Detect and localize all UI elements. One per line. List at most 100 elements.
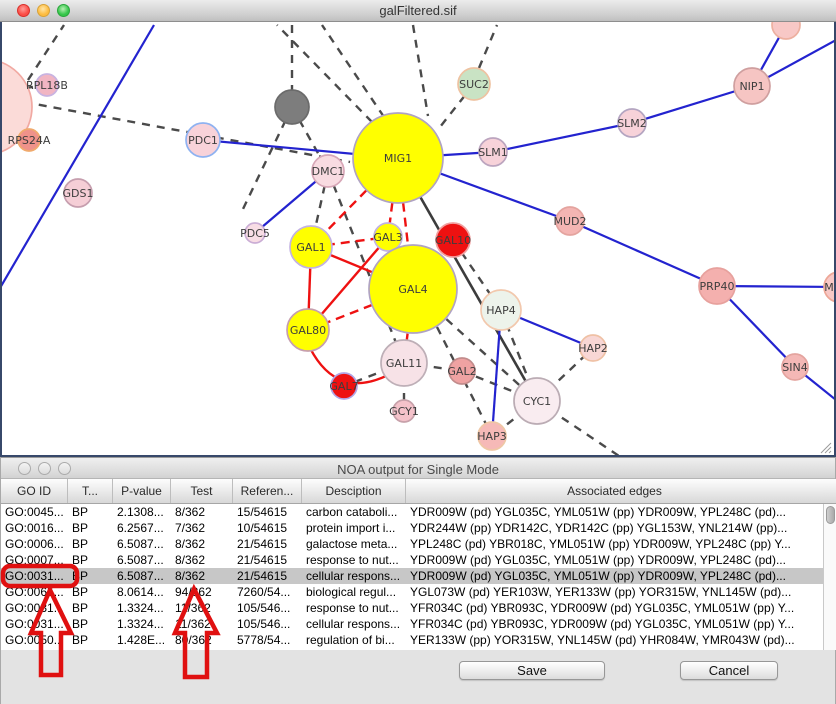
node-prp40[interactable]: PRP40 <box>699 268 735 304</box>
network-edge[interactable] <box>413 25 428 116</box>
network-edge[interactable] <box>2 25 154 288</box>
node-gal11[interactable]: GAL11 <box>381 340 427 386</box>
table-row[interactable]: GO:0031...BP1.3324...11/362105/546...cel… <box>1 616 823 632</box>
table-cell: GO:0006... <box>1 536 68 552</box>
node-pdc1[interactable]: PDC1 <box>186 123 220 157</box>
network-edge[interactable] <box>570 221 717 286</box>
node-msl1[interactable]: MSL1 <box>824 272 834 302</box>
svg-text:SLM2: SLM2 <box>617 117 647 130</box>
svg-text:NIP1: NIP1 <box>739 80 764 93</box>
table-cell: 7/362 <box>171 520 233 536</box>
table-cell: GO:0065... <box>1 584 68 600</box>
network-edge[interactable] <box>322 25 384 117</box>
node-nip1[interactable]: NIP1 <box>734 68 770 104</box>
table-cell: GO:0016... <box>1 520 68 536</box>
table-cell: BP <box>68 568 113 584</box>
svg-text:GAL1: GAL1 <box>296 241 325 254</box>
resize-grip-icon[interactable] <box>819 441 832 454</box>
node-gal4[interactable]: GAL4 <box>369 245 457 333</box>
table-cell: 21/54615 <box>233 552 302 568</box>
node-suc2[interactable]: SUC2 <box>458 68 490 100</box>
node-gal2[interactable]: GAL2 <box>447 358 476 384</box>
table-cell: YDR244W (pp) YDR142C, YDR142C (pp) YGL15… <box>406 520 823 536</box>
table-row[interactable]: GO:0031...BP6.5087...8/36221/54615cellul… <box>1 568 823 584</box>
column-header[interactable]: Referen... <box>233 479 302 503</box>
svg-text:HAP4: HAP4 <box>486 304 515 317</box>
node-hap2[interactable]: HAP2 <box>578 335 607 361</box>
svg-text:GAL2: GAL2 <box>447 365 476 378</box>
node-hap3[interactable]: HAP3 <box>477 422 506 450</box>
table-row[interactable]: GO:0050...BP1.428E...80/3625778/54...reg… <box>1 632 823 648</box>
node-cyc1[interactable]: CYC1 <box>514 378 560 424</box>
svg-text:GAL3: GAL3 <box>373 231 402 244</box>
table-cell: YDR009W (pd) YGL035C, YML051W (pp) YDR00… <box>406 504 823 520</box>
table-cell: 8.0614... <box>113 584 171 600</box>
node-gds1[interactable]: GDS1 <box>63 179 94 207</box>
network-window: galFiltered.sif RPL18BRPS24AGDS1PDC1MIG1… <box>0 0 836 457</box>
save-button[interactable]: Save <box>459 661 605 680</box>
svg-text:PDC5: PDC5 <box>240 227 270 240</box>
table-cell: YDR009W (pd) YGL035C, YML051W (pp) YDR00… <box>406 552 823 568</box>
table-cell: 80/362 <box>171 632 233 648</box>
node-gal10[interactable]: GAL10 <box>435 223 471 257</box>
svg-text:GCY1: GCY1 <box>389 405 419 418</box>
table-cell: carbon cataboli... <box>302 504 406 520</box>
table-cell: YFR034C (pd) YBR093C, YDR009W (pd) YGL03… <box>406 616 823 632</box>
svg-text:HAP3: HAP3 <box>477 430 506 443</box>
table-cell: BP <box>68 616 113 632</box>
svg-text:MIG1: MIG1 <box>384 152 412 165</box>
table-cell: 105/546... <box>233 600 302 616</box>
svg-text:SLM1: SLM1 <box>478 146 508 159</box>
column-header[interactable]: GO ID <box>1 479 68 503</box>
table-cell: YPL248C (pd) YBR018C, YML051W (pp) YDR00… <box>406 536 823 552</box>
node-clipped-top-right[interactable] <box>772 22 800 39</box>
svg-text:MSL1: MSL1 <box>824 281 834 294</box>
table-row[interactable]: GO:0045...BP2.1308...8/36215/54615carbon… <box>1 504 823 520</box>
cancel-button[interactable]: Cancel <box>680 661 778 680</box>
node-rpl18b[interactable]: RPL18B <box>26 74 68 96</box>
network-edge[interactable] <box>479 25 497 68</box>
table-row[interactable]: GO:0016...BP6.2567...7/36210/54615protei… <box>1 520 823 536</box>
table-cell: YGL073W (pd) YER103W, YER133W (pp) YOR31… <box>406 584 823 600</box>
column-header[interactable]: Desciption <box>302 479 406 503</box>
column-header[interactable]: T... <box>68 479 113 503</box>
network-edge[interactable] <box>28 25 64 80</box>
node-slm1[interactable]: SLM1 <box>478 138 508 166</box>
network-edge[interactable] <box>493 123 632 152</box>
node-hap4[interactable]: HAP4 <box>481 290 521 330</box>
node-gal80[interactable]: GAL80 <box>287 309 329 351</box>
node-gcy1[interactable]: GCY1 <box>389 400 419 422</box>
node-unnamed-dark[interactable] <box>275 90 309 124</box>
table-cell: 11/362 <box>171 616 233 632</box>
table-cell: 8/362 <box>171 536 233 552</box>
table-cell: 6.2567... <box>113 520 171 536</box>
table-row[interactable]: GO:0006...BP6.5087...8/36221/54615galact… <box>1 536 823 552</box>
vertical-scrollbar[interactable] <box>823 504 836 650</box>
table-row[interactable]: GO:0065...BP8.0614...94/3627260/54...bio… <box>1 584 823 600</box>
node-pdc5[interactable]: PDC5 <box>240 223 270 243</box>
table-cell: cellular respons... <box>302 568 406 584</box>
column-header[interactable]: Test <box>171 479 233 503</box>
scrollbar-thumb[interactable] <box>826 506 835 524</box>
network-window-titlebar: galFiltered.sif <box>0 0 836 22</box>
node-dmc1[interactable]: DMC1 <box>312 155 345 187</box>
table-row[interactable]: GO:0007...BP6.5087...8/36221/54615respon… <box>1 552 823 568</box>
node-gal7[interactable]: GAL7 <box>329 373 358 399</box>
node-gal1[interactable]: GAL1 <box>290 226 332 268</box>
network-canvas[interactable]: RPL18BRPS24AGDS1PDC1MIG1SUC2SLM1SLM2NIP1… <box>2 22 834 455</box>
node-slm2[interactable]: SLM2 <box>617 109 647 137</box>
column-header[interactable]: P-value <box>113 479 171 503</box>
table-cell: BP <box>68 584 113 600</box>
node-mig1[interactable]: MIG1 <box>353 113 443 203</box>
column-header[interactable]: Associated edges <box>406 479 823 503</box>
table-cell: 21/54615 <box>233 568 302 584</box>
table-cell: 5778/54... <box>233 632 302 648</box>
table-cell: galactose meta... <box>302 536 406 552</box>
table-cell: 94/362 <box>171 584 233 600</box>
table-cell: regulation of bi... <box>302 632 406 648</box>
table-row[interactable]: GO:0031...BP1.3324...11/362105/546...res… <box>1 600 823 616</box>
table-cell: YDR009W (pd) YGL035C, YML051W (pp) YDR00… <box>406 568 823 584</box>
node-sin4[interactable]: SIN4 <box>782 354 808 380</box>
noa-window-title: NOA output for Single Mode <box>1 462 835 477</box>
node-mud2[interactable]: MUD2 <box>553 207 586 235</box>
